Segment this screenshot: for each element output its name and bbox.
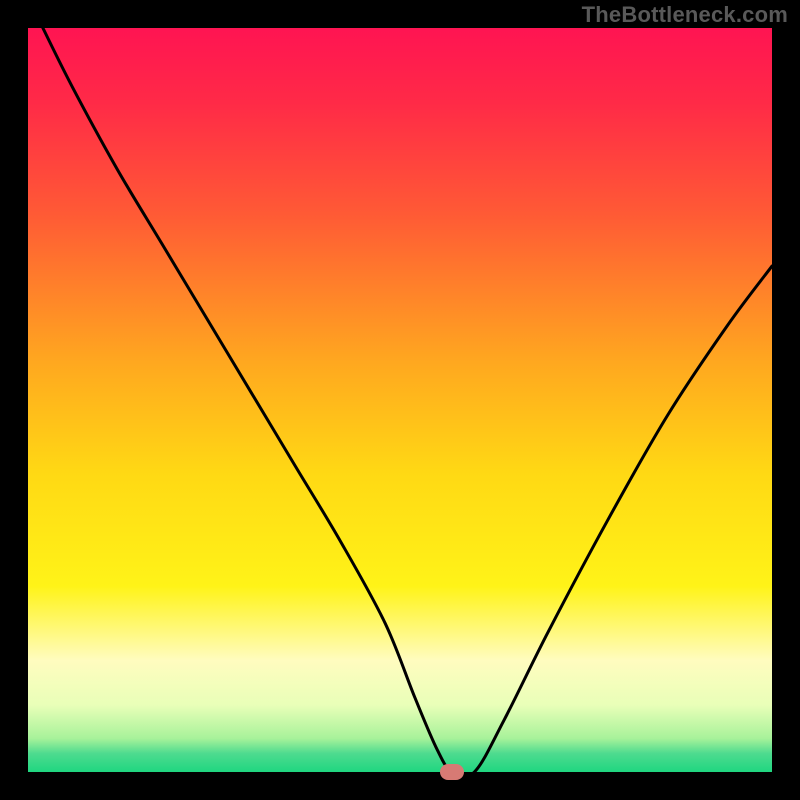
chart-svg [28,28,772,772]
plot-area [28,28,772,772]
watermark-text: TheBottleneck.com [582,2,788,28]
optimal-point-marker [440,764,464,780]
chart-frame: TheBottleneck.com [0,0,800,800]
